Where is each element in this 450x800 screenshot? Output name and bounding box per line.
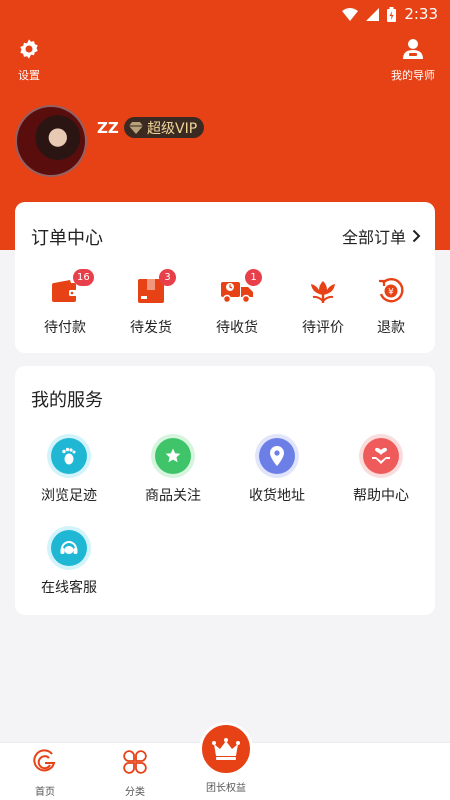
tab-home-label: 首页 (35, 787, 55, 798)
bottom-tab-bar: 首页 分类 团长权益 (0, 722, 450, 800)
battery-icon (387, 6, 397, 22)
service-browse-history[interactable]: 浏览足迹 (17, 434, 121, 505)
order-badge: 3 (159, 269, 176, 286)
mentor-icon (403, 39, 423, 59)
order-refund[interactable]: ¥ 退款 (349, 275, 433, 337)
order-pending-receipt[interactable]: 1 待收货 (195, 269, 279, 337)
wallet-icon (52, 280, 78, 302)
chevron-right-icon (412, 229, 421, 243)
mentor-label: 我的导师 (391, 69, 435, 82)
tab-category[interactable]: 分类 (100, 749, 170, 798)
category-icon (123, 750, 147, 774)
location-icon (270, 446, 284, 466)
order-item-label: 待收货 (216, 320, 258, 336)
refund-icon: ¥ (379, 278, 404, 303)
vip-label: 超级VIP (147, 120, 198, 137)
order-badge: 1 (245, 269, 262, 286)
my-services-card: 我的服务 浏览足迹 商品关注 收货地址 帮助中心 在线客服 (15, 366, 435, 615)
status-bar: 2:33 (0, 0, 450, 26)
flower-icon (311, 281, 335, 303)
footprint-icon (62, 447, 76, 465)
crown-icon (212, 738, 240, 760)
gear-icon (20, 39, 38, 59)
tab-home[interactable]: 首页 (10, 749, 80, 798)
service-product-follow[interactable]: 商品关注 (121, 434, 225, 505)
my-services-title: 我的服务 (31, 390, 103, 411)
service-label: 帮助中心 (353, 488, 409, 504)
diamond-icon (129, 121, 143, 134)
service-shipping-address[interactable]: 收货地址 (225, 434, 329, 505)
service-help-center[interactable]: 帮助中心 (329, 434, 433, 505)
status-time: 2:33 (404, 5, 438, 23)
settings-label: 设置 (18, 69, 40, 82)
headset-icon (60, 541, 78, 554)
tab-category-label: 分类 (125, 787, 145, 798)
avatar[interactable] (15, 105, 87, 177)
tab-leader-benefits-label: 团长权益 (206, 783, 246, 794)
vip-badge[interactable]: 超级VIP (124, 117, 205, 138)
home-logo-icon (33, 749, 56, 772)
wifi-icon (342, 7, 359, 21)
order-center-title: 订单中心 (31, 228, 103, 249)
all-orders-label: 全部订单 (341, 228, 406, 247)
help-hand-icon (372, 447, 390, 464)
svg-text:¥: ¥ (388, 288, 394, 298)
order-pending-payment[interactable]: 16 待付款 (23, 269, 107, 337)
order-item-label: 待发货 (130, 320, 172, 336)
service-label: 在线客服 (41, 580, 97, 596)
signal-icon (366, 7, 380, 21)
username: ZZ (97, 119, 119, 137)
order-badge: 16 (73, 269, 94, 286)
star-icon (165, 448, 181, 463)
leader-benefits-button[interactable] (199, 722, 253, 776)
order-item-label: 待付款 (44, 320, 86, 336)
all-orders-link[interactable]: 全部订单 (342, 224, 421, 248)
my-mentor-button[interactable]: 我的导师 (386, 38, 440, 83)
order-center-card: 订单中心 全部订单 16 待付款 3 待发货 1 待收货 待评价 ¥ 退款 (15, 202, 435, 353)
service-label: 浏览足迹 (41, 488, 97, 504)
service-label: 商品关注 (145, 488, 201, 504)
service-label: 收货地址 (249, 488, 305, 504)
order-item-label: 退款 (377, 320, 405, 336)
order-pending-shipment[interactable]: 3 待发货 (109, 269, 193, 337)
tab-leader-benefits[interactable]: 团长权益 (191, 722, 261, 794)
service-online-support[interactable]: 在线客服 (17, 526, 121, 597)
settings-button[interactable]: 设置 (14, 38, 44, 83)
